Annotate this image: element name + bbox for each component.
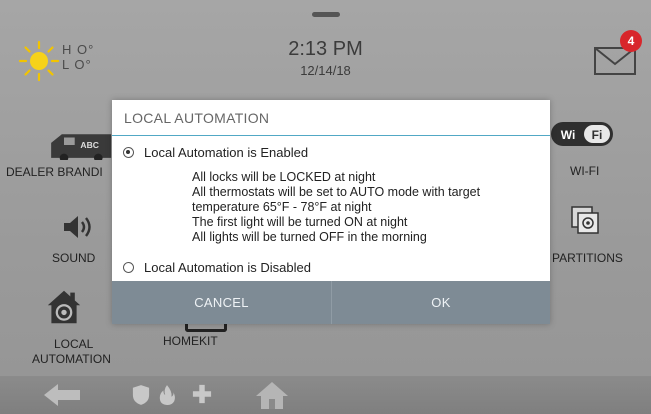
option-disabled-label[interactable]: Local Automation is Disabled <box>144 260 311 276</box>
svg-text:Wi: Wi <box>561 128 576 142</box>
tile-label: DEALER BRANDI <box>6 165 103 179</box>
homekit-icon <box>185 324 227 332</box>
cancel-button[interactable]: CANCEL <box>112 281 331 324</box>
clock-time: 2:13 PM <box>288 38 363 60</box>
tile-dealer-branding[interactable]: ABC DEALER BRANDI <box>0 120 112 180</box>
van-text: ABC <box>80 140 99 150</box>
tile-label: SOUND <box>52 251 96 265</box>
pull-down-handle[interactable] <box>312 12 340 17</box>
radio-enabled[interactable] <box>123 147 134 158</box>
dialog-title: LOCAL AUTOMATION <box>112 100 550 136</box>
message-count-badge: 4 <box>620 30 642 52</box>
tile-wifi[interactable]: Wi Fi WI-FI <box>550 120 630 180</box>
description-line: All thermostats will be set to AUTO mode… <box>192 185 481 199</box>
shield-icon[interactable] <box>132 384 150 406</box>
tile-label-line1: LOCAL <box>54 337 94 351</box>
tile-label: PARTITIONS <box>552 251 623 265</box>
tile-label-line2: AUTOMATION <box>32 352 111 366</box>
back-arrow-icon[interactable] <box>42 382 82 408</box>
description-line: The first light will be turned ON at nig… <box>192 215 408 229</box>
tile-sound[interactable]: SOUND <box>40 205 112 265</box>
radio-disabled[interactable] <box>123 262 134 273</box>
description-line: All locks will be LOCKED at night <box>192 170 376 184</box>
tile-local-automation[interactable]: LOCAL AUTOMATION <box>30 285 112 366</box>
bottom-nav-bar <box>0 376 651 414</box>
clock: 2:13 PM 12/14/18 <box>0 38 651 79</box>
speaker-icon <box>64 216 91 238</box>
partitions-icon <box>571 206 599 234</box>
local-automation-dialog: LOCAL AUTOMATION Local Automation is Ena… <box>112 100 550 324</box>
ok-button[interactable]: OK <box>332 281 550 324</box>
wifi-icon: Wi Fi <box>551 122 613 146</box>
tile-label: WI-FI <box>570 164 600 178</box>
automation-description: All locks will be LOCKED at night All th… <box>192 170 480 245</box>
home-icon[interactable] <box>255 380 289 410</box>
van-icon: ABC <box>51 134 112 160</box>
tile-partitions[interactable]: PARTITIONS <box>550 205 650 265</box>
clock-date: 12/14/18 <box>300 63 351 78</box>
medical-cross-icon[interactable] <box>192 384 212 404</box>
svg-text:Fi: Fi <box>592 128 603 142</box>
description-line: All lights will be turned OFF in the mor… <box>192 230 427 244</box>
option-enabled-label[interactable]: Local Automation is Enabled <box>144 145 308 161</box>
tile-homekit[interactable]: HOMEKIT <box>160 320 250 350</box>
fire-icon[interactable] <box>158 384 176 406</box>
dialog-button-bar: CANCEL OK <box>112 281 550 324</box>
home-automation-icon <box>47 290 81 324</box>
tile-label: HOMEKIT <box>163 334 218 348</box>
description-line: temperature 65°F - 78°F at night <box>192 200 372 214</box>
